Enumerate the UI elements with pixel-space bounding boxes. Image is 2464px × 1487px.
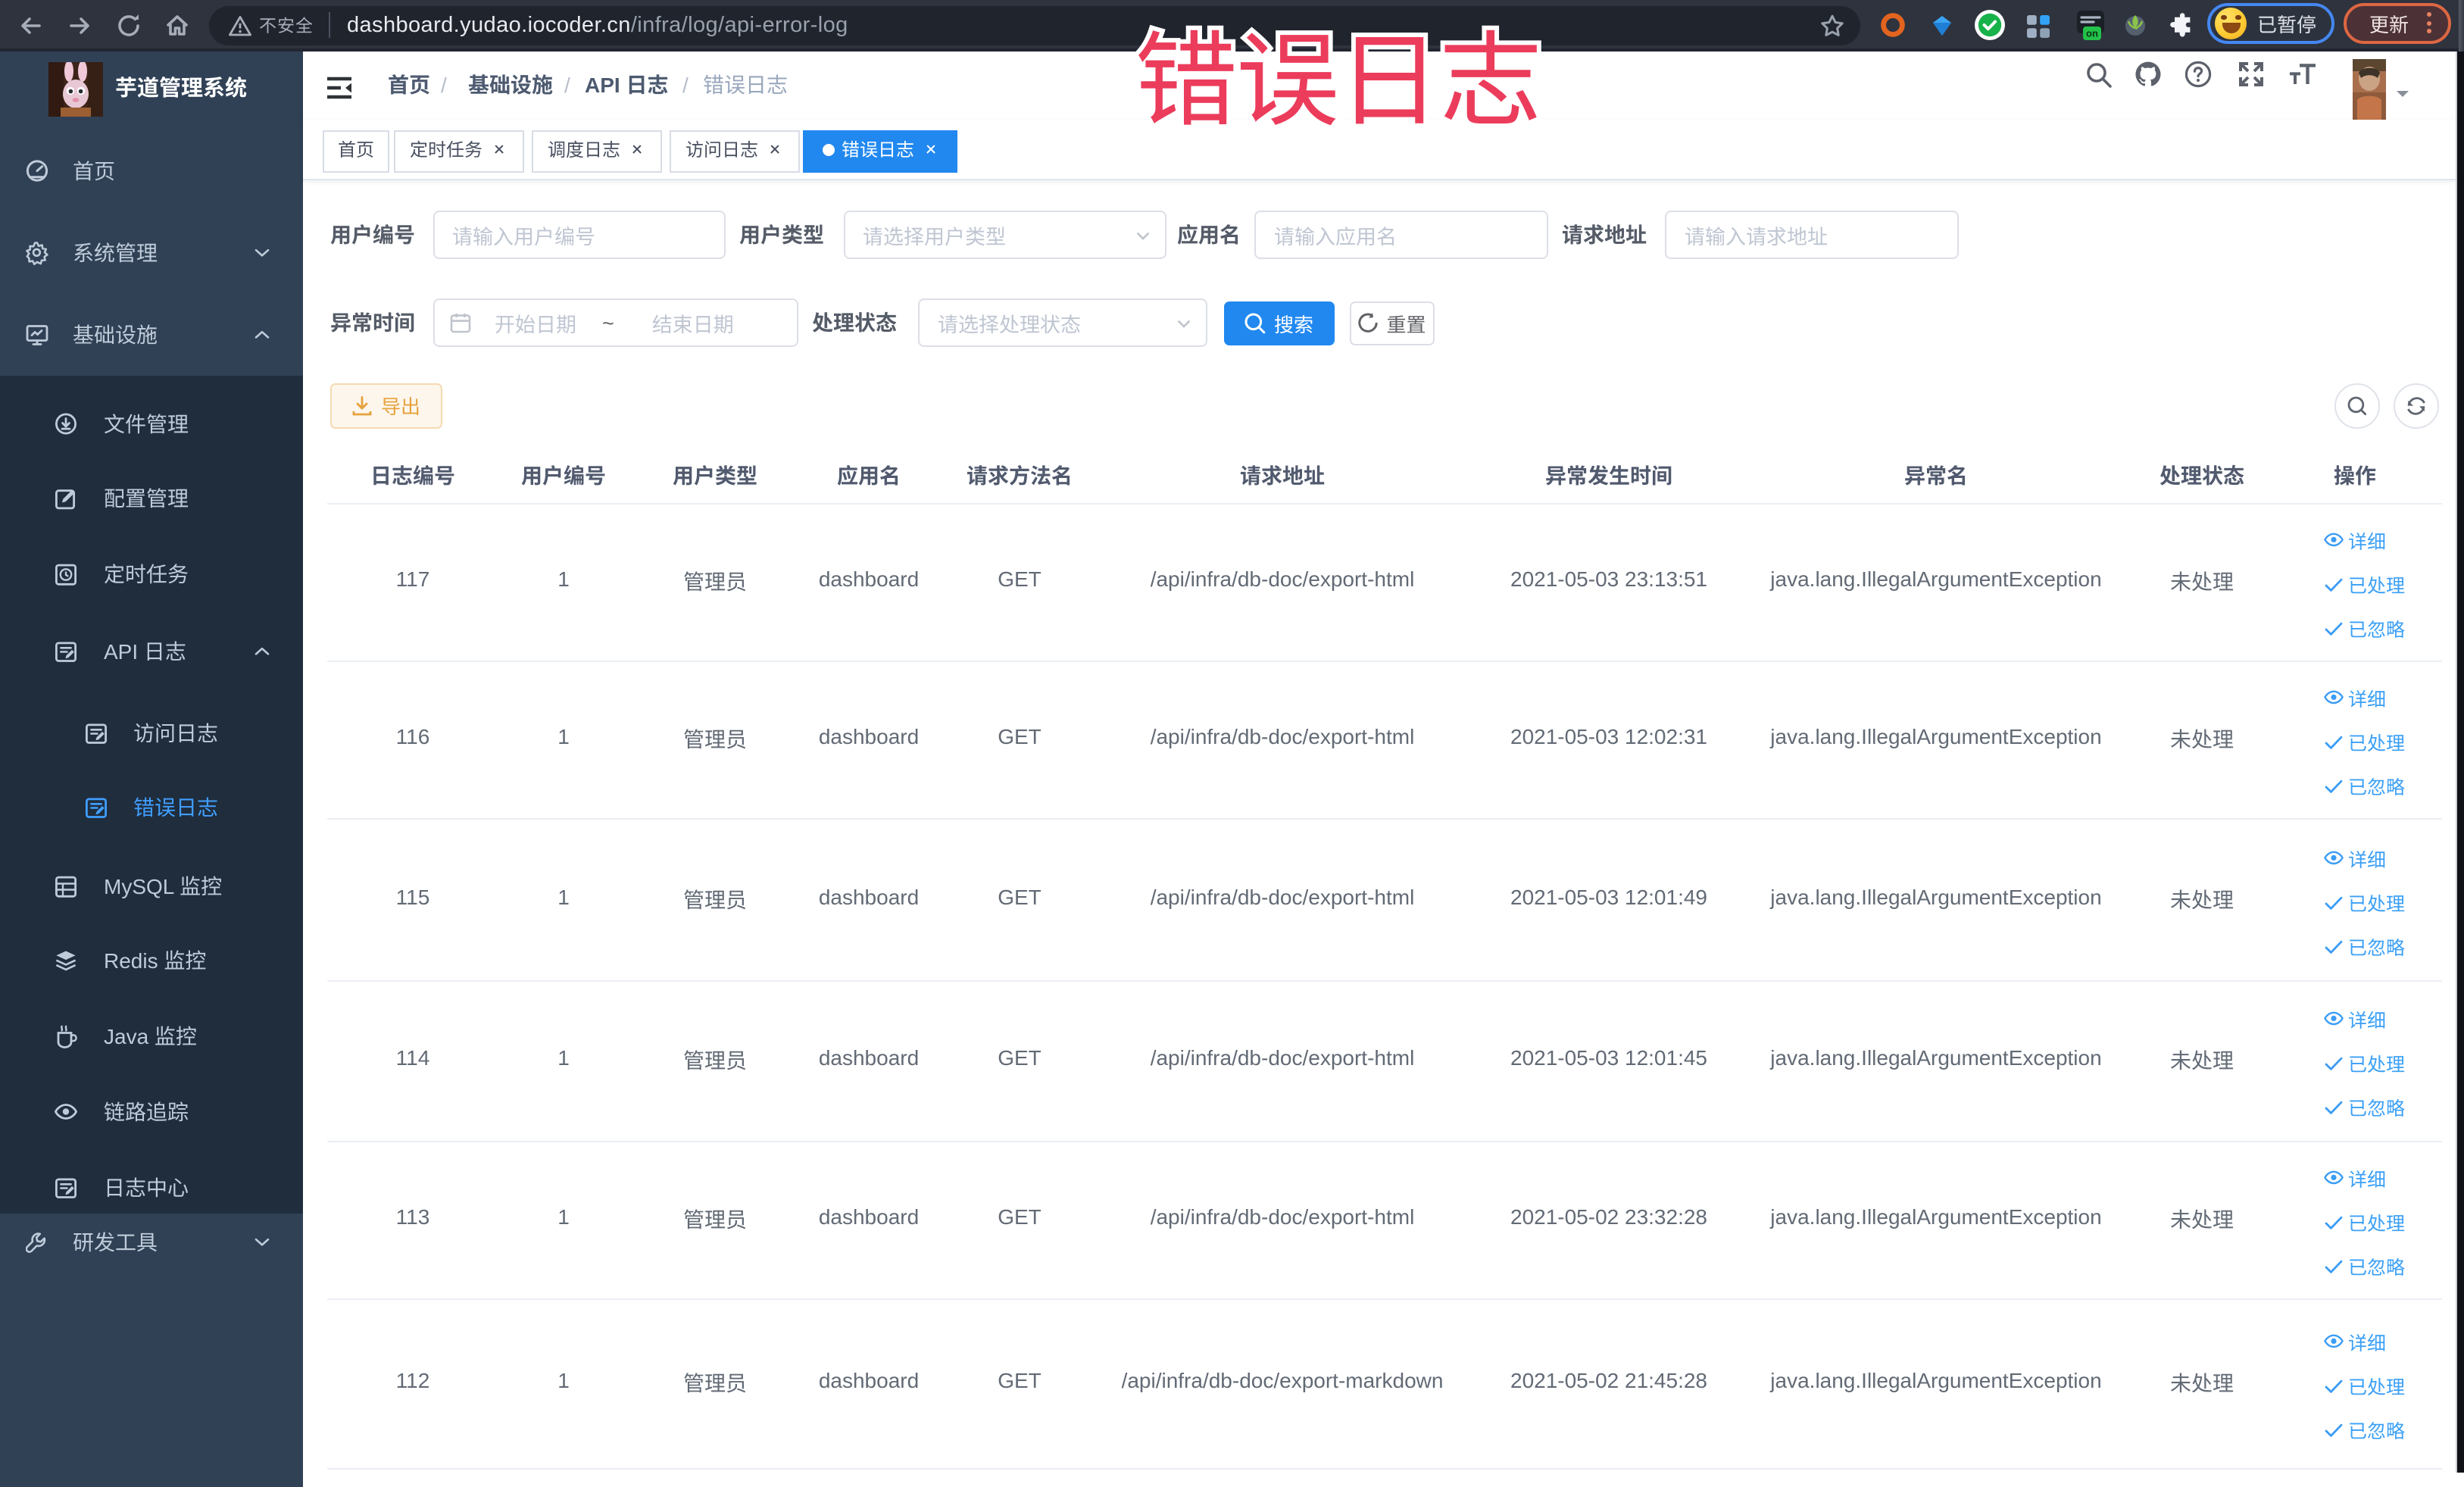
svg-text:on: on	[2086, 28, 2098, 39]
